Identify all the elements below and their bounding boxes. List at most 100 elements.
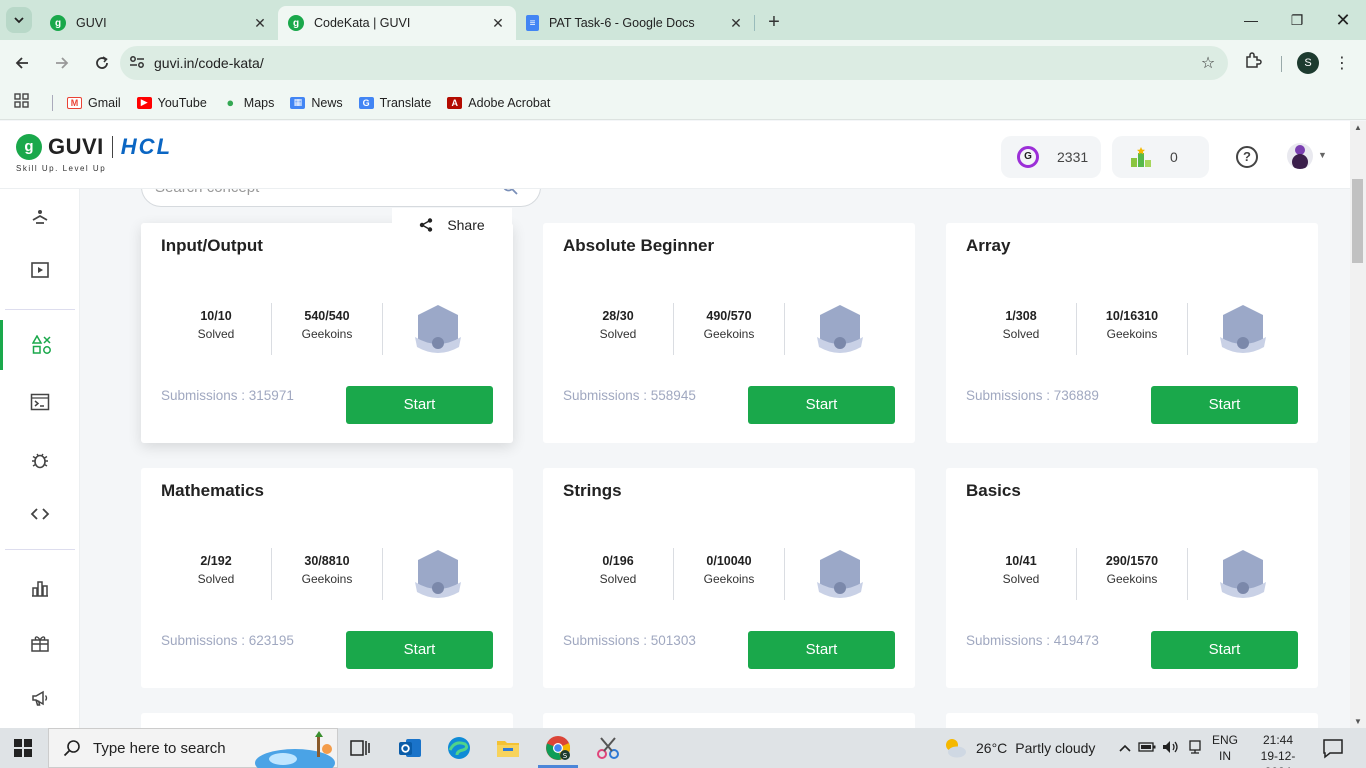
close-icon[interactable]: ✕ xyxy=(490,15,506,32)
taskbar-edge[interactable] xyxy=(437,732,481,764)
topic-card-absolute-beginner[interactable]: Absolute Beginner 28/30 Solved 490/570 G… xyxy=(543,223,915,443)
start-button[interactable]: Start xyxy=(748,631,895,669)
taskbar-weather[interactable]: 26°C Partly cloudy xyxy=(942,728,1095,768)
taskbar-snipping-tool[interactable] xyxy=(586,732,630,764)
taskbar-file-explorer[interactable] xyxy=(486,732,530,764)
tab-title: GUVI xyxy=(76,16,107,30)
start-button[interactable]: Start xyxy=(748,386,895,424)
close-icon[interactable]: ✕ xyxy=(728,15,744,32)
sidebar-item-rewards[interactable] xyxy=(0,618,80,668)
topic-card-array[interactable]: Array 1/308 Solved 10/16310 Geekoins Sub… xyxy=(946,223,1318,443)
forward-button[interactable] xyxy=(44,45,80,81)
sidebar-item-code[interactable] xyxy=(0,489,80,539)
rank-counter[interactable]: 0 xyxy=(1112,136,1209,178)
window-close-button[interactable]: ✕ xyxy=(1320,0,1366,40)
tab-search-button[interactable] xyxy=(6,7,32,33)
new-tab-button[interactable]: + xyxy=(760,8,788,36)
input-language-indicator[interactable]: ENG IN xyxy=(1210,732,1240,764)
more-menu-icon[interactable]: ⋮ xyxy=(1332,51,1352,77)
browser-tab-guvi[interactable]: g GUVI ✕ xyxy=(40,6,279,40)
bookmark-news[interactable]: ▦ News xyxy=(290,96,343,110)
sidebar-item-debug[interactable] xyxy=(0,435,80,485)
megaphone-icon xyxy=(32,690,48,706)
minimize-button[interactable]: — xyxy=(1228,0,1274,40)
solved-stat: 0/196 Solved xyxy=(563,554,673,586)
topic-card-mathematics[interactable]: Mathematics 2/192 Solved 30/8810 Geekoin… xyxy=(141,468,513,688)
toolbar-divider xyxy=(1281,56,1282,72)
sidebar-item-announcements[interactable] xyxy=(0,673,80,723)
stat-divider xyxy=(382,548,383,600)
topic-card-partial[interactable] xyxy=(946,713,1318,728)
solved-value: 10/10 xyxy=(200,309,232,323)
chevron-up-icon[interactable] xyxy=(1115,741,1135,756)
bookmark-maps[interactable]: ● Maps xyxy=(223,95,275,110)
taskbar-search-box[interactable]: Type here to search xyxy=(48,728,338,768)
network-icon[interactable] xyxy=(1183,739,1207,757)
windows-start-button[interactable] xyxy=(0,728,46,768)
apps-grid-icon[interactable] xyxy=(14,93,38,112)
geekoins-label: Geekoins xyxy=(703,572,755,586)
bookmark-label: Maps xyxy=(243,95,275,110)
topic-card-partial[interactable] xyxy=(141,713,513,728)
geekoins-counter[interactable]: G 2331 xyxy=(1001,136,1101,178)
scroll-down-arrow-icon[interactable]: ▼ xyxy=(1350,717,1366,726)
scroll-thumb[interactable] xyxy=(1352,179,1363,263)
browser-tab-strip: g GUVI ✕ g CodeKata | GUVI ✕ ≡ PAT Task-… xyxy=(0,0,1366,40)
close-icon[interactable]: ✕ xyxy=(252,15,268,32)
sidebar-item-leaderboard[interactable] xyxy=(0,563,80,613)
page-scrollbar[interactable]: ▲ ▼ xyxy=(1350,121,1366,728)
battery-icon[interactable] xyxy=(1135,741,1159,756)
restore-button[interactable]: ❐ xyxy=(1274,0,1320,40)
browser-tab-codekata[interactable]: g CodeKata | GUVI ✕ xyxy=(278,6,516,40)
bookmark-star-icon[interactable]: ☆ xyxy=(1188,53,1228,73)
start-button[interactable]: Start xyxy=(1151,631,1298,669)
bookmark-gmail[interactable]: M Gmail xyxy=(67,96,121,110)
taskbar-outlook[interactable] xyxy=(388,732,432,764)
user-avatar[interactable] xyxy=(1287,143,1313,169)
sidebar-item-codekata[interactable] xyxy=(0,320,80,370)
card-title: Array xyxy=(966,236,1011,255)
logo-divider xyxy=(111,136,113,158)
search-concept-input[interactable]: Search concept xyxy=(141,189,541,207)
topic-card-strings[interactable]: Strings 0/196 Solved 0/10040 Geekoins Su… xyxy=(543,468,915,688)
news-icon: ▦ xyxy=(290,96,306,109)
sidebar-item-home[interactable] xyxy=(0,193,80,243)
notification-center-button[interactable] xyxy=(1322,737,1344,759)
reload-button[interactable] xyxy=(84,45,120,81)
site-settings-icon[interactable] xyxy=(120,55,154,72)
task-view-button[interactable] xyxy=(338,732,382,764)
browser-tab-docs[interactable]: ≡ PAT Task-6 - Google Docs ✕ xyxy=(516,6,755,40)
weather-condition: Partly cloudy xyxy=(1015,740,1096,756)
extensions-puzzle-icon[interactable] xyxy=(1240,51,1266,77)
sidebar-item-courses[interactable] xyxy=(0,245,80,295)
taskbar-clock[interactable]: 21:44 19-12-2024 xyxy=(1250,732,1306,768)
topic-card-input-output[interactable]: Input/Output 10/10 Solved 540/540 Geekoi… xyxy=(141,223,513,443)
guvi-logo-icon: g xyxy=(16,134,42,160)
profile-avatar[interactable]: S xyxy=(1297,52,1319,74)
chevron-down-icon[interactable]: ▼ xyxy=(1318,150,1327,160)
scroll-up-arrow-icon[interactable]: ▲ xyxy=(1350,123,1366,132)
brand-tagline: Skill Up. Level Up xyxy=(16,164,107,173)
bookmark-acrobat[interactable]: A Adobe Acrobat xyxy=(447,96,550,110)
share-button[interactable]: Share xyxy=(392,208,512,242)
start-button[interactable]: Start xyxy=(346,386,493,424)
search-icon[interactable] xyxy=(502,189,518,207)
geekoins-label: Geekoins xyxy=(703,327,755,341)
start-button[interactable]: Start xyxy=(346,631,493,669)
address-bar[interactable]: guvi.in/code-kata/ ☆ xyxy=(120,46,1228,80)
guvi-hcl-logo[interactable]: g GUVI HCL xyxy=(16,134,172,160)
geekoins-value: 540/540 xyxy=(304,309,350,323)
start-button[interactable]: Start xyxy=(1151,386,1298,424)
sidebar-item-ide[interactable] xyxy=(0,377,80,427)
bar-chart-icon xyxy=(32,581,48,597)
submissions-count: Submissions : 501303 xyxy=(563,633,696,648)
topic-card-partial[interactable] xyxy=(543,713,915,728)
speaker-icon[interactable] xyxy=(1159,740,1183,757)
help-icon[interactable]: ? xyxy=(1236,146,1258,168)
bookmark-youtube[interactable]: ▶ YouTube xyxy=(136,96,207,110)
taskbar-chrome[interactable]: S xyxy=(536,732,580,768)
topic-card-basics[interactable]: Basics 10/41 Solved 290/1570 Geekoins Su… xyxy=(946,468,1318,688)
back-button[interactable] xyxy=(4,45,40,81)
search-highlight-illustration-icon xyxy=(255,731,335,768)
bookmark-translate[interactable]: G Translate xyxy=(358,96,431,110)
